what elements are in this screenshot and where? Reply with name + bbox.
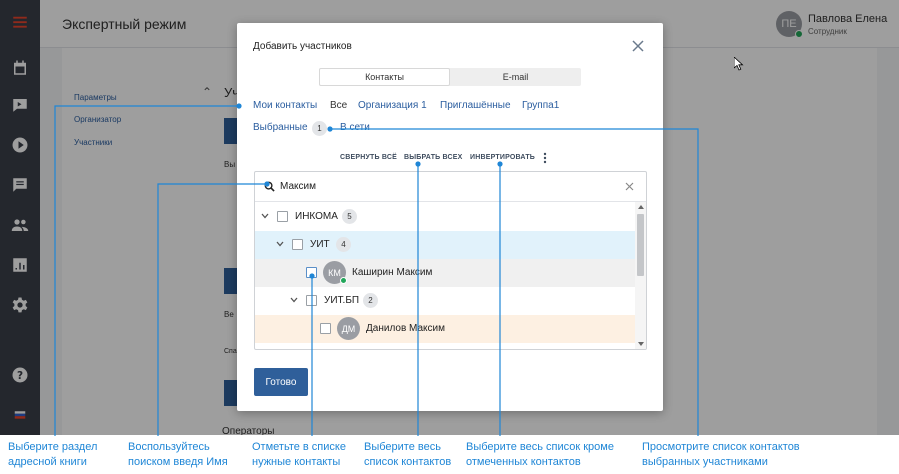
selected-count-badge: 1 — [312, 121, 327, 136]
dialog-title: Добавить участников — [253, 41, 352, 52]
chevron-down-icon[interactable] — [261, 213, 269, 219]
callout-caption: Выберите весь список контактов — [364, 441, 452, 468]
tab-contacts[interactable]: Контакты — [319, 68, 450, 86]
search-field[interactable]: Максим — [255, 172, 646, 202]
contact-row[interactable]: КМ Каширин Максим — [255, 259, 635, 287]
filter-my-contacts[interactable]: Мои контакты — [253, 100, 317, 111]
group-checkbox[interactable] — [306, 295, 317, 306]
group-checkbox[interactable] — [292, 239, 303, 250]
callout-caption: Выберите весь список кроме отмеченных кон… — [466, 441, 614, 468]
group-name: УИТ.БП — [324, 295, 360, 306]
contacts-list: Максим ИНКОМА 5 УИТ 4 КМ Каширин Максим … — [254, 171, 647, 350]
scroll-up-icon[interactable] — [638, 205, 644, 209]
filter-selected[interactable]: Выбранные — [253, 122, 308, 133]
search-icon — [264, 181, 275, 192]
group-name: УИТ — [310, 239, 330, 250]
filter-online[interactable]: В сети — [340, 122, 370, 133]
contact-checkbox[interactable] — [306, 267, 317, 278]
chevron-down-icon[interactable] — [276, 241, 284, 247]
avatar: ДМ — [337, 317, 360, 340]
tree-group-row[interactable]: ИНКОМА 5 — [255, 203, 635, 231]
add-participants-dialog: Добавить участников Контакты E-mail Мои … — [237, 23, 663, 411]
filter-invited[interactable]: Приглашённые — [440, 100, 511, 111]
close-icon[interactable] — [631, 39, 645, 53]
filter-all[interactable]: Все — [330, 100, 347, 111]
avatar-initials: КМ — [328, 267, 341, 278]
tab-email[interactable]: E-mail — [450, 68, 581, 86]
app-screenshot: ? Экспертный режим ПЕ Павлова Елена Сотр… — [0, 0, 899, 435]
scrollbar[interactable] — [635, 202, 646, 349]
contact-name: Данилов Максим — [366, 323, 445, 334]
select-all-button[interactable]: ВЫБРАТЬ ВСЕХ — [404, 154, 463, 161]
group-name: ИНКОМА — [295, 211, 338, 222]
more-vert-icon[interactable] — [542, 152, 548, 164]
scroll-down-icon[interactable] — [638, 342, 644, 346]
contact-name: Каширин Максим — [352, 267, 433, 278]
group-count-badge: 4 — [336, 237, 351, 252]
contact-row[interactable]: ДМ Данилов Максим — [255, 315, 635, 343]
tree-group-row[interactable]: УИТ 4 — [255, 231, 635, 259]
search-input[interactable]: Максим — [280, 181, 316, 192]
filter-organization[interactable]: Организация 1 — [358, 100, 427, 111]
tab-switcher: Контакты E-mail — [319, 68, 581, 86]
done-button[interactable]: Готово — [254, 368, 308, 396]
filter-group[interactable]: Группа1 — [522, 100, 559, 111]
clear-icon[interactable] — [625, 182, 634, 191]
tree-group-row[interactable]: УИТ.БП 2 — [255, 287, 635, 315]
invert-button[interactable]: ИНВЕРТИРОВАТЬ — [470, 154, 535, 161]
collapse-all-button[interactable]: СВЕРНУТЬ ВСЁ — [340, 154, 397, 161]
avatar: КМ — [323, 261, 347, 284]
mouse-cursor-icon — [734, 57, 744, 71]
avatar-initials: ДМ — [341, 323, 356, 334]
group-checkbox[interactable] — [277, 211, 288, 222]
group-count-badge: 5 — [342, 209, 357, 224]
callout-caption: Воспользуйтесь поиском введя Имя — [128, 441, 228, 468]
group-count-badge: 2 — [363, 293, 378, 308]
callout-caption: Просмотрите список контактов выбранных уч… — [642, 441, 800, 468]
online-status-icon — [340, 277, 347, 284]
chevron-down-icon[interactable] — [290, 297, 298, 303]
contact-checkbox[interactable] — [320, 323, 331, 334]
callout-caption: Выберите раздел адресной книги — [8, 441, 98, 468]
scrollbar-thumb[interactable] — [637, 214, 644, 276]
callout-caption: Отметьте в списке нужные контакты — [252, 441, 346, 468]
